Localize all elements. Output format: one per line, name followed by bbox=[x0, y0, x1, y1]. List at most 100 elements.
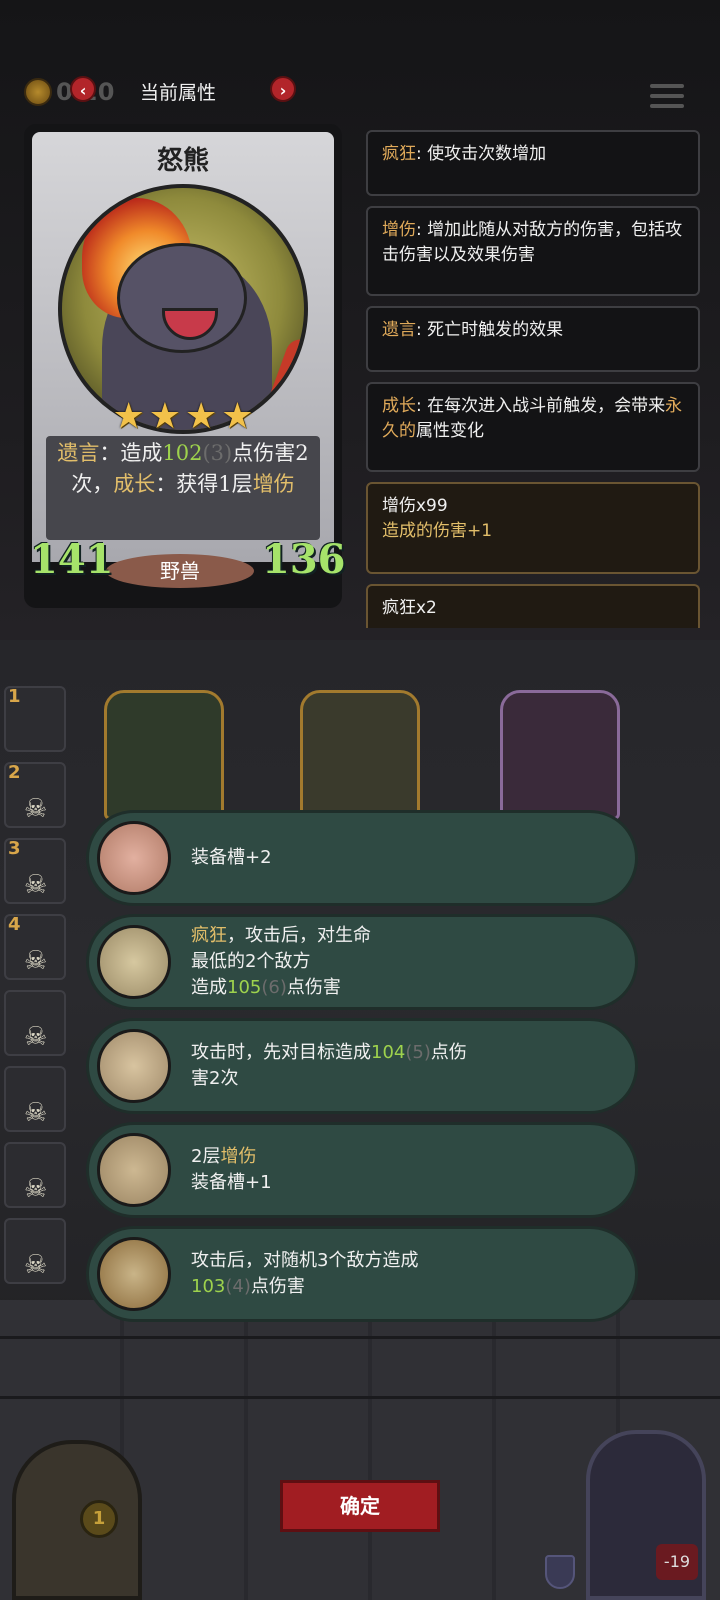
option-line-text: 点伤害 bbox=[286, 977, 341, 998]
option-line: 装备槽+1 bbox=[191, 1172, 272, 1193]
option-line: 攻击后，对随机3个敌方造成 bbox=[191, 1250, 419, 1271]
damage-note: (6) bbox=[261, 977, 287, 998]
keyword-panel-frenzy: 疯狂: 使攻击次数增加 bbox=[366, 130, 700, 196]
side-slot[interactable]: ☠ bbox=[4, 1066, 66, 1132]
star-icon: ★ bbox=[112, 396, 145, 437]
keyword-deathrattle: 遗言 bbox=[57, 441, 100, 465]
skull-icon: ☠ bbox=[24, 1174, 48, 1204]
skull-icon: ☠ bbox=[24, 794, 48, 824]
card-description: 遗言：造成102(3)点伤害2次，成长：获得1层增伤 bbox=[46, 436, 320, 540]
option-line: 最低的2个敌方 bbox=[191, 951, 311, 972]
option-line: 2层增伤 bbox=[191, 1144, 591, 1170]
keyword-text: : 在每次进入战斗前触发，会带来 bbox=[416, 396, 666, 416]
option-row[interactable]: 装备槽+2 bbox=[86, 810, 638, 906]
effect-detail: 造成的伤害+1 bbox=[382, 521, 493, 541]
skull-icon: ☠ bbox=[24, 1022, 48, 1052]
keyword-name: 遗言 bbox=[382, 320, 416, 340]
option-line: 害2次 bbox=[191, 1068, 239, 1089]
damage-value: 105 bbox=[227, 977, 262, 998]
side-slot[interactable]: 2 ☠ bbox=[4, 762, 66, 828]
effect-panel-damage-up: 增伤x99 造成的伤害+1 bbox=[366, 482, 700, 574]
unit-card: 怒熊 ★ ★ ★ ★ 遗言：造成102(3)点伤害2次，成长：获得1层增伤 野兽 14… bbox=[24, 124, 346, 608]
keyword-name: 增伤 bbox=[382, 220, 416, 240]
option-row[interactable]: 攻击时，先对目标造成104(5)点伤 害2次 bbox=[86, 1018, 638, 1114]
hero-health: -19 bbox=[656, 1544, 698, 1580]
star-icon: ★ bbox=[221, 396, 254, 437]
option-line-text: 点伤 bbox=[430, 1042, 467, 1063]
side-slot[interactable]: ☠ bbox=[4, 1142, 66, 1208]
side-slot[interactable]: 4 ☠ bbox=[4, 914, 66, 980]
keyword-growth: 成长 bbox=[113, 472, 156, 496]
menu-icon[interactable] bbox=[650, 84, 684, 112]
option-line-text: ，攻击后，对生命 bbox=[227, 925, 371, 946]
crossbow-icon bbox=[97, 1029, 171, 1103]
damage-note: (5) bbox=[405, 1042, 431, 1063]
attack-value: 141 bbox=[30, 536, 114, 583]
keyword-panel-growth: 成长: 在每次进入战斗前触发，会带来永久的属性变化 bbox=[366, 382, 700, 472]
damage-note: (4) bbox=[225, 1276, 251, 1297]
option-line-text: 点伤害 bbox=[250, 1276, 305, 1297]
option-line-text: 2层 bbox=[191, 1146, 221, 1167]
rock-icon bbox=[97, 1237, 171, 1311]
side-slot[interactable]: 3 ☠ bbox=[4, 838, 66, 904]
health-value: 136 bbox=[262, 536, 346, 583]
slot-number: 3 bbox=[8, 838, 21, 859]
gauntlet-icon bbox=[97, 1133, 171, 1207]
page-title: 当前属性 bbox=[140, 82, 217, 104]
scythe-icon bbox=[97, 925, 171, 999]
slot-number: 1 bbox=[8, 686, 21, 707]
floor-line bbox=[0, 1336, 720, 1339]
keyword-frenzy: 疯狂 bbox=[191, 925, 227, 946]
option-row[interactable]: 攻击后，对随机3个敌方造成 103(4)点伤害 bbox=[86, 1226, 638, 1322]
keyword-text: 属性变化 bbox=[416, 421, 484, 441]
keyword-text: : 使攻击次数增加 bbox=[416, 144, 547, 164]
keyword-damage-up: 增伤 bbox=[220, 1146, 257, 1167]
option-line: 装备槽+2 bbox=[191, 847, 272, 868]
option-text: 攻击后，对随机3个敌方造成 103(4)点伤害 bbox=[191, 1229, 591, 1319]
floor-line bbox=[0, 1396, 720, 1399]
slot-number: 4 bbox=[8, 914, 21, 935]
option-row[interactable]: 疯狂，攻击后，对生命 最低的2个敌方 造成105(6)点伤害 bbox=[86, 914, 638, 1010]
pig-icon bbox=[97, 821, 171, 895]
keyword-damage-up: 增伤 bbox=[252, 472, 295, 496]
coin-icon bbox=[24, 78, 52, 106]
effect-title: 增伤x99 bbox=[382, 496, 448, 516]
keyword-name: 成长 bbox=[382, 396, 416, 416]
skull-icon: ☠ bbox=[24, 1098, 48, 1128]
damage-value: 103 bbox=[191, 1276, 226, 1297]
card-name: 怒熊 bbox=[156, 146, 209, 176]
star-icon: ★ bbox=[148, 396, 181, 437]
skull-icon: ☠ bbox=[24, 1250, 48, 1280]
side-slot[interactable]: ☠ bbox=[4, 1218, 66, 1284]
option-text: 装备槽+2 bbox=[191, 813, 591, 903]
shield-icon bbox=[545, 1555, 575, 1589]
option-line-text: 攻击时，先对目标造成 bbox=[191, 1042, 371, 1063]
side-slot[interactable]: ☠ bbox=[4, 990, 66, 1056]
option-text: 攻击时，先对目标造成104(5)点伤 害2次 bbox=[191, 1021, 591, 1111]
star-rating: ★ ★ ★ ★ bbox=[24, 396, 342, 437]
keyword-name: 疯狂 bbox=[382, 144, 416, 164]
keyword-text: : 增加此随从对敌方的伤害，包括攻击伤害以及效果伤害 bbox=[382, 220, 683, 265]
effect-title: 疯狂x2 bbox=[382, 598, 437, 618]
option-row[interactable]: 2层增伤 装备槽+1 bbox=[86, 1122, 638, 1218]
door-counter: 1 bbox=[80, 1500, 118, 1538]
option-line-text: 造成 bbox=[191, 977, 227, 998]
chest-door[interactable] bbox=[12, 1440, 142, 1600]
effect-panel-frenzy: 疯狂x2 bbox=[366, 584, 700, 628]
damage-note: (3) bbox=[202, 441, 233, 465]
slot-number: 2 bbox=[8, 762, 21, 783]
confirm-button[interactable]: 确定 bbox=[280, 1480, 440, 1532]
tribe-badge: 野兽 bbox=[106, 554, 254, 588]
option-line: 103(4)点伤害 bbox=[191, 1274, 591, 1300]
side-slot[interactable]: 1 bbox=[4, 686, 66, 752]
skull-icon: ☠ bbox=[24, 870, 48, 900]
keyword-text: : 死亡时触发的效果 bbox=[416, 320, 564, 340]
option-text: 疯狂，攻击后，对生命 最低的2个敌方 造成105(6)点伤害 bbox=[191, 917, 591, 1007]
next-button[interactable]: › bbox=[270, 76, 296, 102]
minion-card-goblin bbox=[300, 690, 420, 820]
keyword-panel-deathrattle: 遗言: 死亡时触发的效果 bbox=[366, 306, 700, 372]
star-icon: ★ bbox=[185, 396, 218, 437]
option-line: 攻击时，先对目标造成104(5)点伤 bbox=[191, 1040, 591, 1066]
option-line: 疯狂，攻击后，对生命 bbox=[191, 923, 591, 949]
prev-button[interactable]: ‹ bbox=[70, 76, 96, 102]
